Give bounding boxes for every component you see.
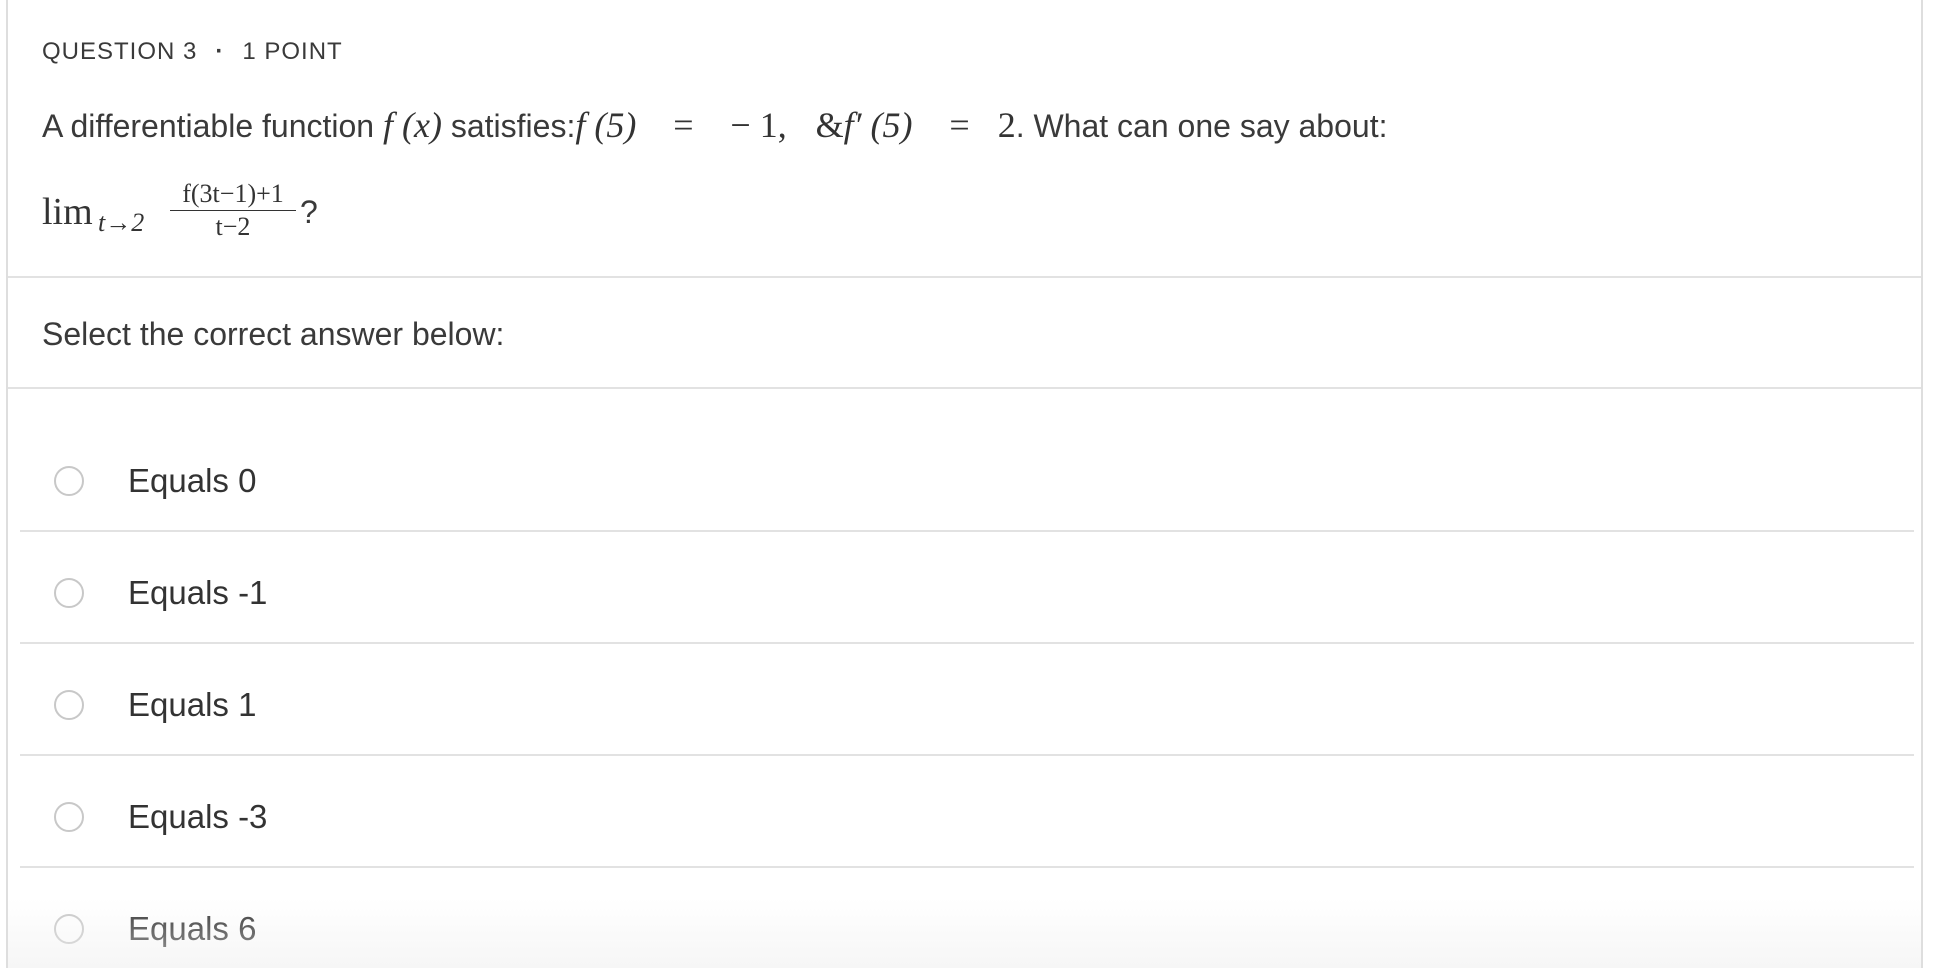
question-prompt: A differentiable function f (x) satisfie… bbox=[42, 104, 1387, 148]
answer-option-label: Equals 0 bbox=[128, 462, 257, 499]
answer-option[interactable]: Equals 0 bbox=[20, 420, 1914, 532]
prompt-ampersand: & bbox=[815, 105, 844, 145]
answer-option-label: Equals 1 bbox=[128, 686, 257, 723]
prompt-condition-2-rhs: 2 bbox=[997, 105, 1016, 145]
radio-button[interactable] bbox=[54, 466, 84, 496]
prompt-condition-2-lhs: f′ (5) bbox=[843, 105, 913, 145]
limit-subscript: t→2 bbox=[98, 208, 145, 237]
question-points: 1 POINT bbox=[242, 38, 343, 65]
radio-button[interactable] bbox=[54, 578, 84, 608]
limit-word: lim bbox=[42, 191, 93, 233]
section-divider bbox=[8, 387, 1921, 389]
question-header: QUESTION 3 · 1 POINT bbox=[42, 38, 343, 66]
header-separator: · bbox=[215, 38, 225, 65]
answer-option[interactable]: Equals 1 bbox=[20, 644, 1914, 756]
prompt-function: f (x) bbox=[382, 105, 442, 145]
answer-instructions: Select the correct answer below: bbox=[42, 316, 505, 352]
limit-fraction: f(3t−1)+1 t−2 bbox=[168, 178, 298, 243]
fraction-numerator: f(3t−1)+1 bbox=[182, 179, 284, 208]
answer-options: Equals 0 Equals -1 Equals 1 Equals -3 Eq… bbox=[20, 420, 1914, 978]
radio-button[interactable] bbox=[54, 802, 84, 832]
prompt-prefix: A differentiable function bbox=[42, 108, 375, 144]
answer-option-label: Equals 6 bbox=[128, 910, 257, 947]
prompt-mid: satisfies: bbox=[450, 108, 576, 144]
answer-option-label: Equals -1 bbox=[128, 574, 268, 611]
answer-option[interactable]: Equals -1 bbox=[20, 532, 1914, 644]
section-divider bbox=[8, 276, 1921, 278]
prompt-condition-1-lhs: f (5) bbox=[575, 105, 637, 145]
radio-button[interactable] bbox=[54, 690, 84, 720]
question-number: QUESTION 3 bbox=[42, 38, 198, 65]
limit-question-mark: ? bbox=[300, 194, 318, 230]
prompt-equals-1: = bbox=[673, 105, 694, 145]
answer-option[interactable]: Equals -3 bbox=[20, 756, 1914, 868]
answer-option-label: Equals -3 bbox=[128, 798, 268, 835]
radio-button[interactable] bbox=[54, 914, 84, 944]
prompt-condition-1-rhs: − 1, bbox=[730, 105, 787, 145]
fraction-denominator: t−2 bbox=[215, 212, 251, 241]
prompt-equals-2: = bbox=[949, 105, 970, 145]
prompt-suffix: . What can one say about: bbox=[1015, 108, 1388, 144]
answer-option[interactable]: Equals 6 bbox=[20, 868, 1914, 978]
question-card: QUESTION 3 · 1 POINT A differentiable func… bbox=[6, 0, 1923, 968]
